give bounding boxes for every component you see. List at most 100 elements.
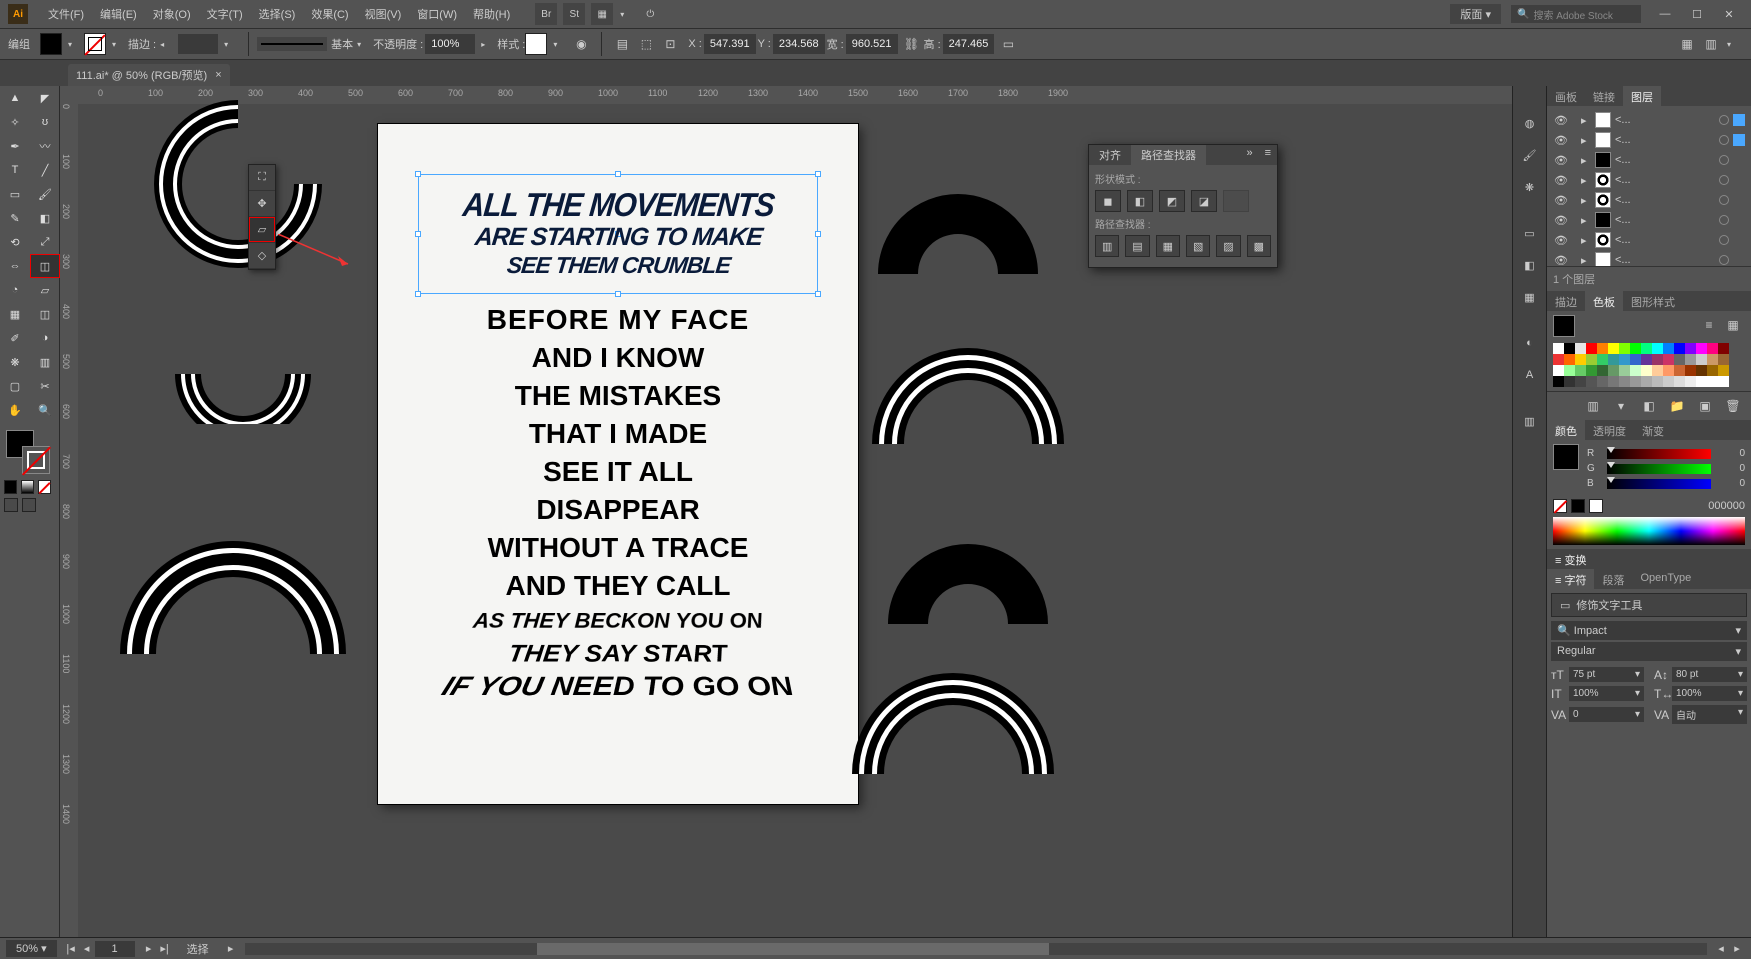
target-icon[interactable] (1719, 175, 1729, 185)
font-family-field[interactable]: 🔍 Impact▾ (1551, 621, 1747, 640)
search-input[interactable]: 🔍 搜索 Adobe Stock (1511, 5, 1641, 23)
target-icon[interactable] (1719, 155, 1729, 165)
swatch[interactable] (1619, 365, 1630, 376)
artboard-tool[interactable]: ▢ (0, 374, 30, 398)
swatch[interactable] (1641, 365, 1652, 376)
swatch[interactable] (1608, 343, 1619, 354)
swatch[interactable] (1696, 365, 1707, 376)
brush-definition[interactable] (257, 37, 327, 51)
swatch[interactable] (1575, 354, 1586, 365)
visibility-toggle-icon[interactable]: 👁 (1553, 194, 1569, 207)
divide-icon[interactable]: ▥ (1095, 235, 1119, 257)
swatch[interactable] (1553, 343, 1564, 354)
fill-dropdown[interactable]: ▾ (64, 33, 76, 55)
swatch[interactable] (1575, 365, 1586, 376)
tab-swatches[interactable]: 色板 (1585, 291, 1623, 311)
r-slider[interactable] (1607, 449, 1711, 459)
swatch[interactable] (1564, 365, 1575, 376)
h-field[interactable]: 247.465 (943, 34, 995, 54)
menu-effect[interactable]: 效果(C) (303, 6, 356, 22)
swatch[interactable] (1718, 343, 1729, 354)
swatch[interactable] (1586, 354, 1597, 365)
target-icon[interactable] (1719, 235, 1729, 245)
layer-row[interactable]: 👁▸<... (1553, 230, 1745, 250)
visibility-toggle-icon[interactable]: 👁 (1553, 134, 1569, 147)
stroke-dropdown[interactable]: ▾ (108, 33, 120, 55)
gradient-tool[interactable]: ◫ (30, 302, 60, 326)
eyedropper-tool[interactable]: ✐ (0, 326, 30, 350)
document-tab[interactable]: 111.ai* @ 50% (RGB/预览) × (68, 64, 230, 86)
stroke-swatch[interactable] (84, 33, 106, 55)
hex-value[interactable]: 000000 (1708, 500, 1745, 512)
swatch[interactable] (1696, 343, 1707, 354)
layer-row[interactable]: 👁▸<... (1553, 110, 1745, 130)
tab-align[interactable]: 对齐 (1089, 145, 1131, 165)
swatch[interactable] (1685, 376, 1696, 387)
graph-tool[interactable]: ▥ (30, 350, 60, 374)
menu-help[interactable]: 帮助(H) (465, 6, 518, 22)
brush-dropdown[interactable]: ▾ (353, 33, 365, 55)
isolate-icon[interactable]: ⊡ (660, 34, 680, 54)
menu-edit[interactable]: 编辑(E) (92, 6, 145, 22)
swatch[interactable] (1597, 354, 1608, 365)
target-icon[interactable] (1719, 215, 1729, 225)
swatch[interactable] (1630, 343, 1641, 354)
font-style-field[interactable]: Regular▾ (1551, 642, 1747, 661)
kerning-field[interactable]: 0▾ (1569, 707, 1644, 722)
swatch[interactable] (1707, 365, 1718, 376)
opacity-field[interactable]: 100% (425, 34, 475, 54)
recolor-icon[interactable]: ◉ (571, 34, 591, 54)
swatch[interactable] (1641, 343, 1652, 354)
artboard-last-icon[interactable]: ▸| (157, 942, 173, 955)
perspective-tool[interactable]: ▱ (30, 278, 60, 302)
shape-props-icon[interactable]: ▭ (998, 34, 1018, 54)
swatch[interactable] (1707, 376, 1718, 387)
swatch[interactable] (1575, 376, 1586, 387)
swatch[interactable] (1685, 343, 1696, 354)
swatch[interactable] (1652, 343, 1663, 354)
new-group-icon[interactable]: 📁 (1667, 396, 1687, 416)
outline-icon[interactable]: ▨ (1216, 235, 1240, 257)
libraries-panel-icon[interactable]: ▥ (1517, 408, 1543, 434)
window-minimize-icon[interactable]: — (1651, 4, 1679, 24)
stroke-weight-field[interactable] (178, 34, 218, 54)
tab-pathfinder[interactable]: 路径查找器 (1131, 145, 1206, 165)
y-field[interactable]: 234.568 (773, 34, 825, 54)
swatch[interactable] (1696, 376, 1707, 387)
swatch[interactable] (1586, 376, 1597, 387)
free-transform-tool[interactable]: ◫ (30, 254, 60, 278)
direct-selection-tool[interactable]: ◤ (30, 86, 60, 110)
curvature-tool[interactable]: 〰 (30, 134, 60, 158)
tab-paragraph[interactable]: 段落 (1594, 569, 1632, 589)
swatch[interactable] (1674, 376, 1685, 387)
swatch-kind-icon[interactable]: ▾ (1611, 396, 1631, 416)
swatch[interactable] (1641, 376, 1652, 387)
swatch-grid-view-icon[interactable]: ▦ (1723, 315, 1743, 335)
target-icon[interactable] (1719, 135, 1729, 145)
artboard-prev-icon[interactable]: ◂ (79, 942, 95, 955)
layer-row[interactable]: 👁▸<... (1553, 130, 1745, 150)
swatch[interactable] (1652, 354, 1663, 365)
swatch[interactable] (1608, 376, 1619, 387)
layer-row[interactable]: 👁▸<... (1553, 190, 1745, 210)
mesh-tool[interactable]: ▦ (0, 302, 30, 326)
w-field[interactable]: 960.521 (846, 34, 898, 54)
visibility-toggle-icon[interactable]: 👁 (1553, 214, 1569, 227)
color-fill-indicator[interactable] (1553, 444, 1579, 470)
artboard-first-icon[interactable]: |◂ (63, 942, 79, 955)
g-slider[interactable] (1607, 464, 1711, 474)
gpu-icon[interactable]: ⏻ (639, 3, 661, 25)
ruler-origin[interactable] (60, 86, 78, 104)
graphic-styles-panel-icon[interactable]: A (1517, 362, 1543, 388)
stroke-panel-icon[interactable]: ▭ (1517, 220, 1543, 246)
free-distort-icon[interactable]: ◇ (249, 243, 275, 269)
menu-window[interactable]: 窗口(W) (409, 6, 465, 22)
ruler-vertical[interactable]: 0100200300400500600700800900100011001200… (60, 104, 78, 937)
tab-links[interactable]: 链接 (1585, 86, 1623, 106)
swatch[interactable] (1630, 365, 1641, 376)
free-transform-widget[interactable]: ⛶ ✥ ▱ ◇ (248, 164, 276, 270)
zoom-tool[interactable]: 🔍 (30, 398, 60, 422)
blend-tool[interactable]: ◑ (30, 326, 60, 350)
trim-icon[interactable]: ▤ (1125, 235, 1149, 257)
width-tool[interactable]: ⇔ (0, 254, 30, 278)
